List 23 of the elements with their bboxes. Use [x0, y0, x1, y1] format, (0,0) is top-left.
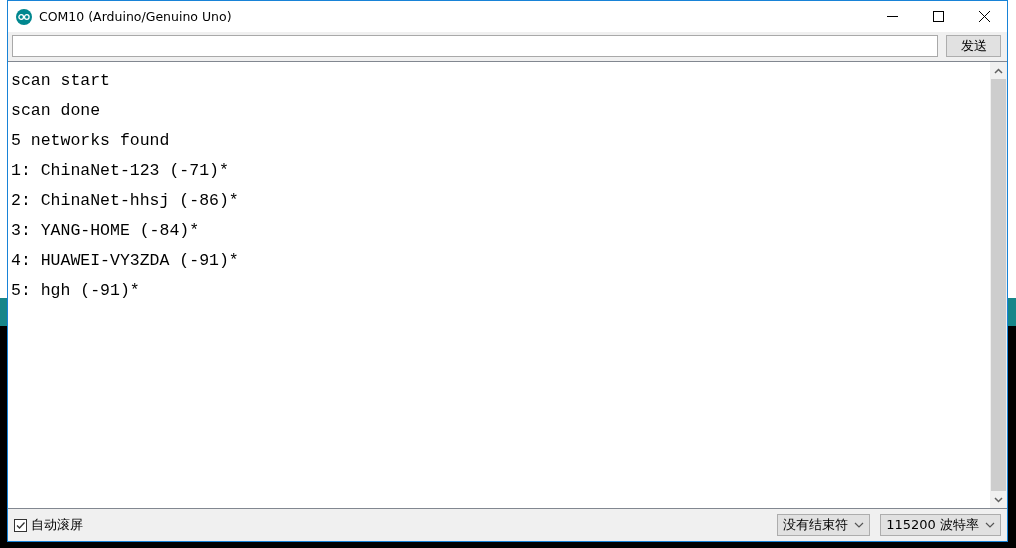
- scrollbar[interactable]: [990, 62, 1007, 508]
- output-line: 3: YANG-HOME (-84)*: [11, 220, 200, 242]
- output-line: scan done: [11, 100, 101, 122]
- chevron-down-icon: [985, 522, 995, 528]
- output-line: 4: HUAWEI-VY3ZDA (-91)*: [11, 250, 239, 272]
- send-button[interactable]: 发送: [946, 35, 1001, 57]
- line-ending-dropdown[interactable]: 没有结束符: [777, 514, 871, 536]
- output-line: scan start: [11, 70, 111, 92]
- output-line: 5: hgh (-91)*: [11, 280, 140, 302]
- output-line: 2: ChinaNet-hhsj (-86)*: [11, 190, 239, 212]
- close-icon: [978, 11, 990, 22]
- maximize-icon: [932, 11, 944, 22]
- chevron-down-icon[interactable]: [994, 496, 1003, 503]
- app-logo-icon: [16, 8, 32, 25]
- chevron-down-icon: [854, 522, 865, 528]
- window-title: COM10 (Arduino/Genuino Uno): [39, 9, 233, 24]
- autoscroll-checkbox[interactable]: [14, 518, 27, 532]
- send-input-field[interactable]: [12, 35, 938, 57]
- chevron-up-icon[interactable]: [994, 67, 1003, 74]
- checkbox-label: 自动滚屏: [31, 516, 83, 534]
- baud-rate-dropdown[interactable]: 115200 波特率: [880, 514, 1001, 536]
- output-line: 1: ChinaNet-123 (-71)*: [11, 160, 229, 182]
- output-line: 5 networks found: [11, 130, 170, 152]
